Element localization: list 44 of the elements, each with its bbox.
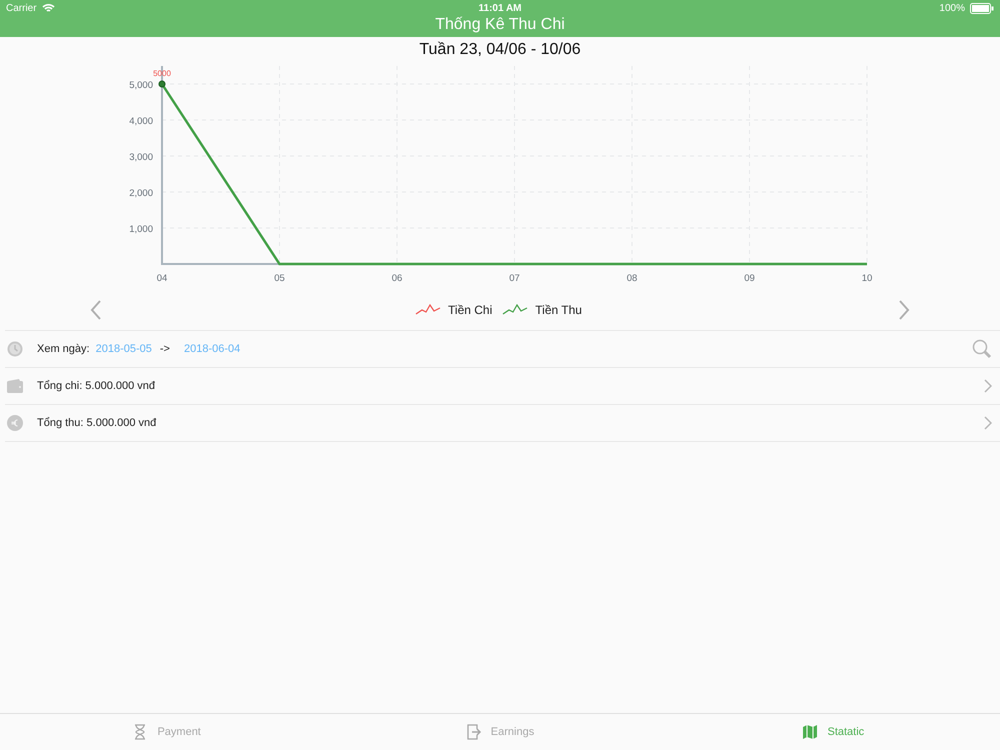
- battery-icon: [970, 2, 994, 14]
- battery-percent: 100%: [939, 2, 965, 14]
- chevron-right-icon: [984, 379, 992, 393]
- chevron-right-icon: [984, 416, 992, 430]
- y-tick-label: 3,000: [129, 152, 153, 163]
- y-tick-label: 5,000: [129, 80, 153, 91]
- wallet-icon: [7, 379, 23, 393]
- x-tick-label: 05: [274, 273, 285, 284]
- x-tick-label: 08: [626, 273, 638, 284]
- x-tick-label: 09: [744, 273, 755, 284]
- wifi-icon: [42, 3, 55, 13]
- tab-button[interactable]: Statatic: [666, 714, 1000, 750]
- date-label: Xem ngày:: [37, 343, 90, 355]
- map-icon: [802, 724, 818, 740]
- x-tick-label: 04: [156, 273, 168, 284]
- to-date-link[interactable]: 2018-06-04: [184, 343, 240, 355]
- x-tick-label: 07: [509, 273, 520, 284]
- y-tick-label: 2,000: [129, 188, 153, 199]
- week-title: Tuần 23, 04/06 - 10/06: [418, 40, 582, 60]
- legend-label: Tiền Thu: [535, 303, 582, 317]
- y-tick-label: 4,000: [129, 116, 153, 127]
- summary-row[interactable]: Tổng chi: 5.000.000 vnđ: [5, 368, 1000, 405]
- carrier-label: Carrier: [6, 2, 37, 14]
- summary-row[interactable]: Tổng thu: 5.000.000 vnđ: [5, 405, 1000, 442]
- status-time: 11:01 AM: [478, 2, 522, 14]
- summary-text: Tổng thu: 5.000.000 vnđ: [37, 417, 156, 429]
- legend-label: Tiền Chi: [448, 303, 492, 317]
- summary-text: Tổng chi: 5.000.000 vnđ: [37, 380, 156, 392]
- clock-icon: [7, 341, 23, 357]
- y-tick-label: 1,000: [129, 224, 153, 235]
- data-label: 5000: [153, 69, 171, 78]
- previous-button[interactable]: [90, 300, 102, 320]
- tab-button[interactable]: Earnings: [333, 714, 667, 750]
- euro-coin-icon: [7, 415, 23, 431]
- data-point: [158, 80, 166, 88]
- x-tick-label: 10: [862, 273, 872, 284]
- date-arrow: ->: [160, 343, 170, 355]
- exit-icon: [466, 724, 482, 740]
- tab-button[interactable]: Payment: [0, 714, 334, 750]
- from-date-link[interactable]: 2018-05-05: [96, 343, 152, 355]
- next-button[interactable]: [898, 300, 910, 320]
- x-tick-label: 06: [392, 273, 402, 284]
- nav-title: Thống Kê Thu Chi: [435, 16, 565, 34]
- search-button[interactable]: [972, 339, 992, 359]
